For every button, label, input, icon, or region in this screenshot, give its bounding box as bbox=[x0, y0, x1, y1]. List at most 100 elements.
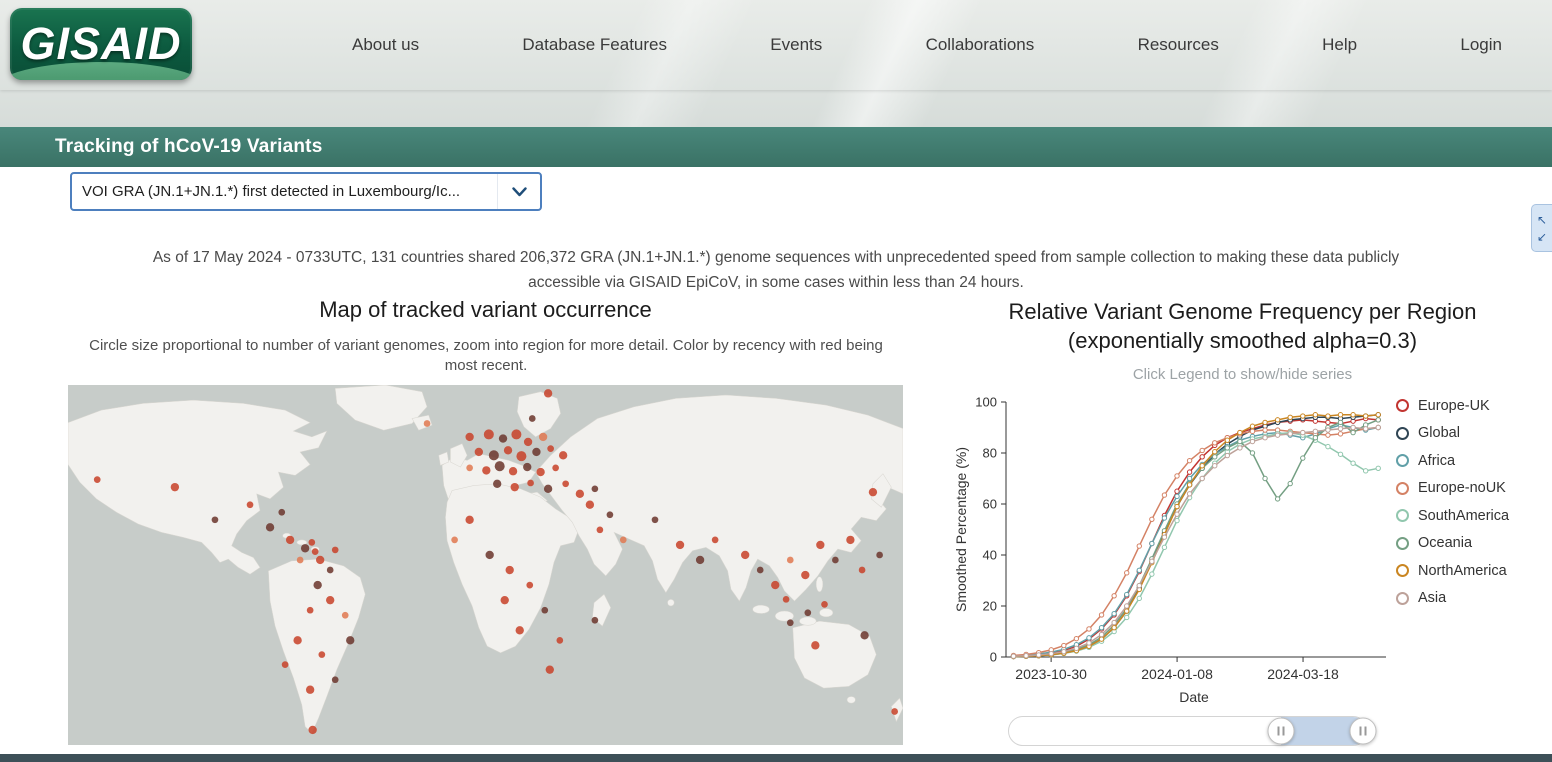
datazoom-slider[interactable] bbox=[1008, 716, 1377, 746]
nav-item-resources[interactable]: Resources bbox=[1138, 35, 1219, 55]
map-dot bbox=[786, 619, 794, 627]
map-dot bbox=[511, 429, 522, 440]
map-dot bbox=[494, 461, 505, 472]
map-dot bbox=[876, 551, 883, 559]
map-dot bbox=[315, 555, 325, 565]
chart-section-subtitle: Click Legend to show/hide series bbox=[1132, 366, 1353, 383]
legend-label: Africa bbox=[1418, 452, 1456, 469]
legend-marker-icon bbox=[1396, 536, 1409, 550]
map-dot bbox=[891, 708, 898, 715]
svg-text:60: 60 bbox=[983, 497, 997, 512]
map-dot bbox=[619, 536, 627, 544]
map-dot bbox=[341, 611, 349, 619]
map-dot bbox=[318, 651, 326, 658]
map-dot bbox=[311, 548, 319, 555]
datazoom-left-handle[interactable] bbox=[1267, 717, 1295, 745]
series-Europe-noUK bbox=[1010, 424, 1381, 659]
legend-item-SouthAmerica[interactable]: SouthAmerica bbox=[1396, 502, 1509, 530]
main-nav: About us Database Features Events Collab… bbox=[352, 0, 1502, 90]
datazoom-right-handle[interactable] bbox=[1349, 717, 1377, 745]
legend-label: Global bbox=[1418, 425, 1460, 442]
map-dot bbox=[545, 665, 554, 674]
variant-select[interactable]: VOI GRA (JN.1+JN.1.*) first detected in … bbox=[70, 172, 542, 211]
map-dot bbox=[695, 555, 705, 565]
map-dot bbox=[528, 415, 536, 422]
map-dot bbox=[575, 489, 585, 499]
series-NorthAmerica bbox=[1010, 412, 1381, 660]
map-dot bbox=[508, 467, 518, 476]
map-dot bbox=[741, 550, 750, 560]
map-dot bbox=[606, 511, 614, 519]
map-dot bbox=[816, 540, 825, 550]
map-dot bbox=[860, 631, 869, 640]
series-Europe-UK bbox=[1010, 415, 1381, 659]
next-section-edge bbox=[0, 754, 1552, 762]
map-dot bbox=[858, 566, 866, 574]
map-dot bbox=[285, 535, 295, 545]
nav-item-database-features[interactable]: Database Features bbox=[522, 35, 667, 55]
gisaid-logo[interactable]: GISAID bbox=[10, 8, 192, 80]
series-Oceania bbox=[1010, 417, 1381, 660]
frequency-chart-svg: 0 20 40 60 80 100 2023-10-30 2024-01-08 2024-03-… bbox=[953, 395, 1386, 705]
map-dot bbox=[510, 482, 519, 492]
legend-item-Europe-UK[interactable]: Europe-UK bbox=[1396, 392, 1509, 420]
page-title-bar: Tracking of hCoV-19 Variants bbox=[0, 127, 1552, 167]
legend-item-Oceania[interactable]: Oceania bbox=[1396, 530, 1509, 558]
map-dot bbox=[596, 526, 604, 534]
chart-section-title: Relative Variant Genome Frequency per Re… bbox=[940, 297, 1545, 355]
nav-item-collaborations[interactable]: Collaborations bbox=[926, 35, 1035, 55]
continent-asia bbox=[535, 394, 904, 602]
map-dot bbox=[515, 626, 524, 635]
map-dot bbox=[543, 389, 553, 398]
world-map-svg bbox=[67, 384, 904, 735]
legend-marker-icon bbox=[1396, 591, 1409, 605]
map-dot bbox=[281, 661, 289, 668]
map-dot bbox=[498, 434, 508, 443]
map-dot bbox=[804, 609, 812, 617]
legend-marker-icon bbox=[1396, 399, 1409, 413]
world-map[interactable] bbox=[67, 384, 904, 745]
map-dot bbox=[170, 482, 180, 492]
map-dot bbox=[246, 501, 254, 509]
svg-text:0: 0 bbox=[990, 650, 997, 665]
legend-item-Asia[interactable]: Asia bbox=[1396, 585, 1509, 613]
map-dot bbox=[308, 725, 317, 735]
legend-item-Africa[interactable]: Africa bbox=[1396, 447, 1509, 475]
map-dot bbox=[488, 450, 499, 461]
legend-marker-icon bbox=[1396, 454, 1409, 468]
map-dot bbox=[771, 580, 780, 590]
map-dot bbox=[313, 580, 322, 590]
nav-item-help[interactable]: Help bbox=[1322, 35, 1357, 55]
legend-item-Europe-noUK[interactable]: Europe-noUK bbox=[1396, 475, 1509, 503]
legend-item-Global[interactable]: Global bbox=[1396, 420, 1509, 448]
map-dot bbox=[503, 446, 513, 455]
legend-item-NorthAmerica[interactable]: NorthAmerica bbox=[1396, 557, 1509, 585]
map-dot bbox=[482, 466, 491, 475]
nav-item-login[interactable]: Login bbox=[1460, 35, 1502, 55]
continent-greenland bbox=[334, 384, 428, 431]
panel-collapse-widget[interactable]: ↖ ↙ bbox=[1531, 204, 1552, 252]
map-dot bbox=[308, 539, 316, 546]
map-dot bbox=[868, 487, 878, 497]
map-dot bbox=[326, 566, 334, 574]
map-dot bbox=[306, 606, 314, 614]
legend-label: Asia bbox=[1418, 590, 1447, 607]
map-dot bbox=[523, 437, 533, 447]
nav-item-events[interactable]: Events bbox=[770, 35, 822, 55]
legend-label: Europe-noUK bbox=[1418, 480, 1506, 497]
map-dot bbox=[532, 447, 541, 457]
map-section-subtitle: Circle size proportional to number of va… bbox=[89, 337, 883, 374]
map-dot bbox=[483, 429, 494, 440]
chevron-down-icon bbox=[497, 174, 540, 209]
map-dot bbox=[547, 445, 554, 452]
map-dot bbox=[300, 544, 310, 553]
series-Asia bbox=[1010, 424, 1381, 659]
map-dot bbox=[591, 616, 599, 624]
map-dot bbox=[527, 479, 534, 487]
legend-label: NorthAmerica bbox=[1418, 562, 1507, 579]
nav-item-about-us[interactable]: About us bbox=[352, 35, 419, 55]
chart-title-line2: (exponentially smoothed alpha=0.3) bbox=[1067, 328, 1418, 353]
map-dot bbox=[293, 636, 302, 645]
map-dot bbox=[451, 536, 458, 544]
map-dot bbox=[651, 516, 659, 524]
